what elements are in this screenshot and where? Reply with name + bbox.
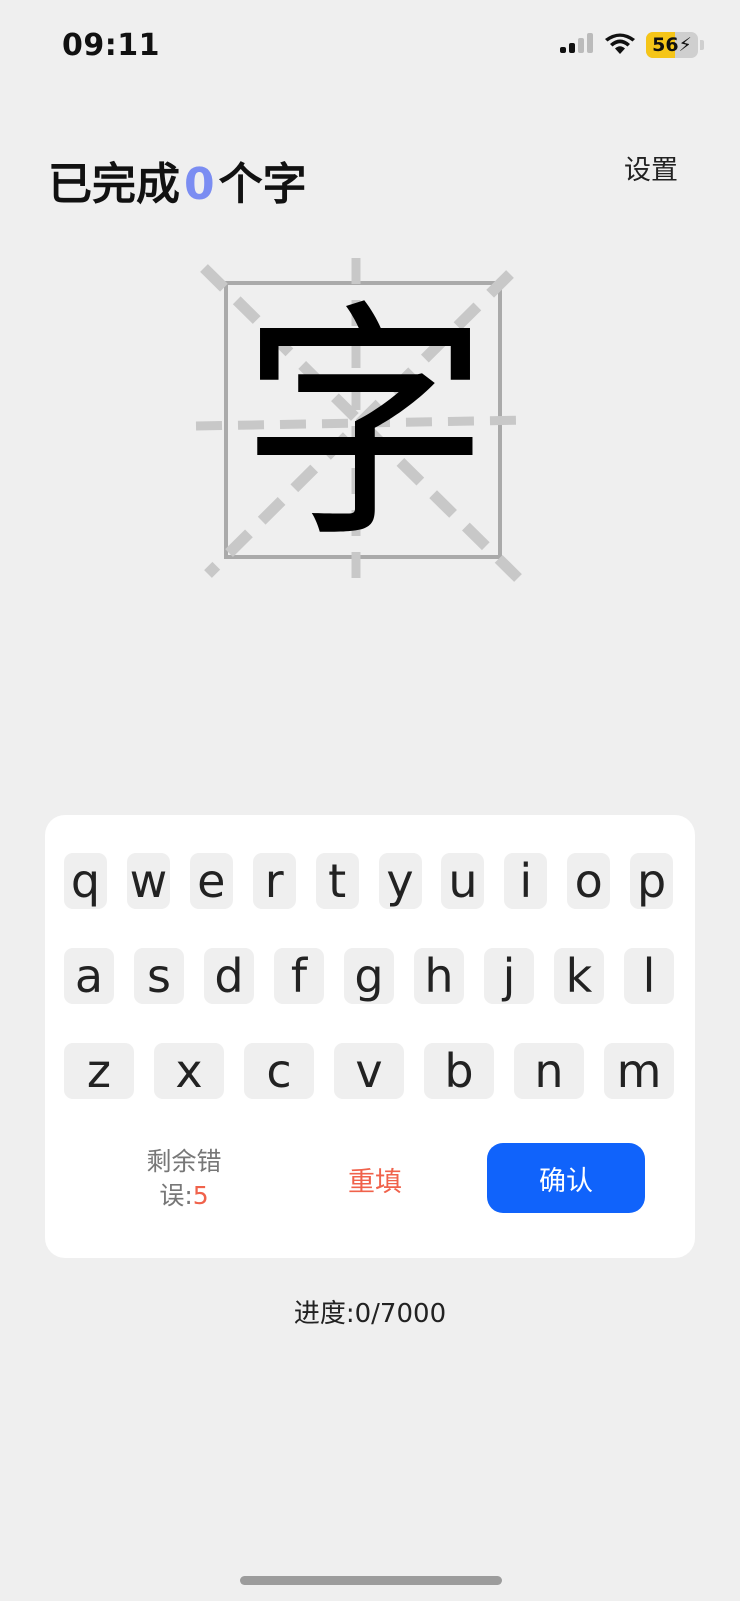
key-v[interactable]: v	[334, 1043, 404, 1099]
key-j[interactable]: j	[484, 948, 534, 1004]
key-e[interactable]: e	[189, 853, 233, 909]
key-t[interactable]: t	[315, 853, 359, 909]
key-l[interactable]: l	[624, 948, 674, 1004]
character-grid: 字	[190, 256, 540, 596]
key-y[interactable]: y	[378, 853, 422, 909]
key-w[interactable]: w	[126, 853, 170, 909]
app-screen: 09:11 56 ⚡ 已完成0个字 设置 字 剩余错误:5 重填 确认 q w …	[0, 0, 740, 1601]
remaining-errors-count: 5	[192, 1181, 209, 1210]
progress-text: 进度:0/7000	[293, 1299, 447, 1329]
status-time: 09:11	[62, 28, 160, 63]
key-o[interactable]: o	[567, 853, 611, 909]
key-k[interactable]: k	[554, 948, 604, 1004]
key-d[interactable]: d	[204, 948, 254, 1004]
keyboard-panel: 剩余错误:5 重填 确认 qwertyuiop asdfghjkl zxcvbnm	[45, 815, 695, 1258]
key-m[interactable]: m	[604, 1043, 674, 1099]
title-suffix: 个字	[218, 159, 307, 210]
remaining-errors-label: 剩余错误:	[146, 1147, 222, 1210]
key-c[interactable]: c	[244, 1043, 314, 1099]
key-r[interactable]: r	[252, 853, 296, 909]
home-indicator[interactable]	[240, 1576, 502, 1585]
key-h[interactable]: h	[414, 948, 464, 1004]
key-z[interactable]: z	[64, 1043, 134, 1099]
key-s[interactable]: s	[134, 948, 184, 1004]
battery-tip	[700, 40, 704, 50]
title-prefix: 已完成	[48, 159, 180, 210]
key-n[interactable]: n	[514, 1043, 584, 1099]
wifi-icon	[605, 33, 635, 54]
key-b[interactable]: b	[424, 1043, 494, 1099]
cellular-signal-icon	[560, 33, 593, 53]
key-f[interactable]: f	[274, 948, 324, 1004]
key-a[interactable]: a	[64, 948, 114, 1004]
key-i[interactable]: i	[504, 853, 548, 909]
battery-charging-icon: 56 ⚡	[646, 32, 698, 58]
confirm-button[interactable]: 确认	[487, 1143, 645, 1213]
key-x[interactable]: x	[154, 1043, 224, 1099]
key-q[interactable]: q	[64, 853, 107, 909]
remaining-errors: 剩余错误:5	[129, 1145, 239, 1213]
settings-button[interactable]: 设置	[624, 148, 678, 187]
practice-character: 字	[240, 280, 490, 571]
key-p[interactable]: p	[630, 853, 674, 909]
refill-button[interactable]: 重填	[330, 1160, 420, 1199]
key-g[interactable]: g	[344, 948, 394, 1004]
battery-level-text: 56 ⚡	[652, 34, 692, 56]
completed-count-title: 已完成0个字	[48, 148, 307, 212]
completed-count: 0	[184, 159, 215, 210]
key-u[interactable]: u	[441, 853, 485, 909]
status-icons: 56 ⚡	[560, 32, 704, 58]
